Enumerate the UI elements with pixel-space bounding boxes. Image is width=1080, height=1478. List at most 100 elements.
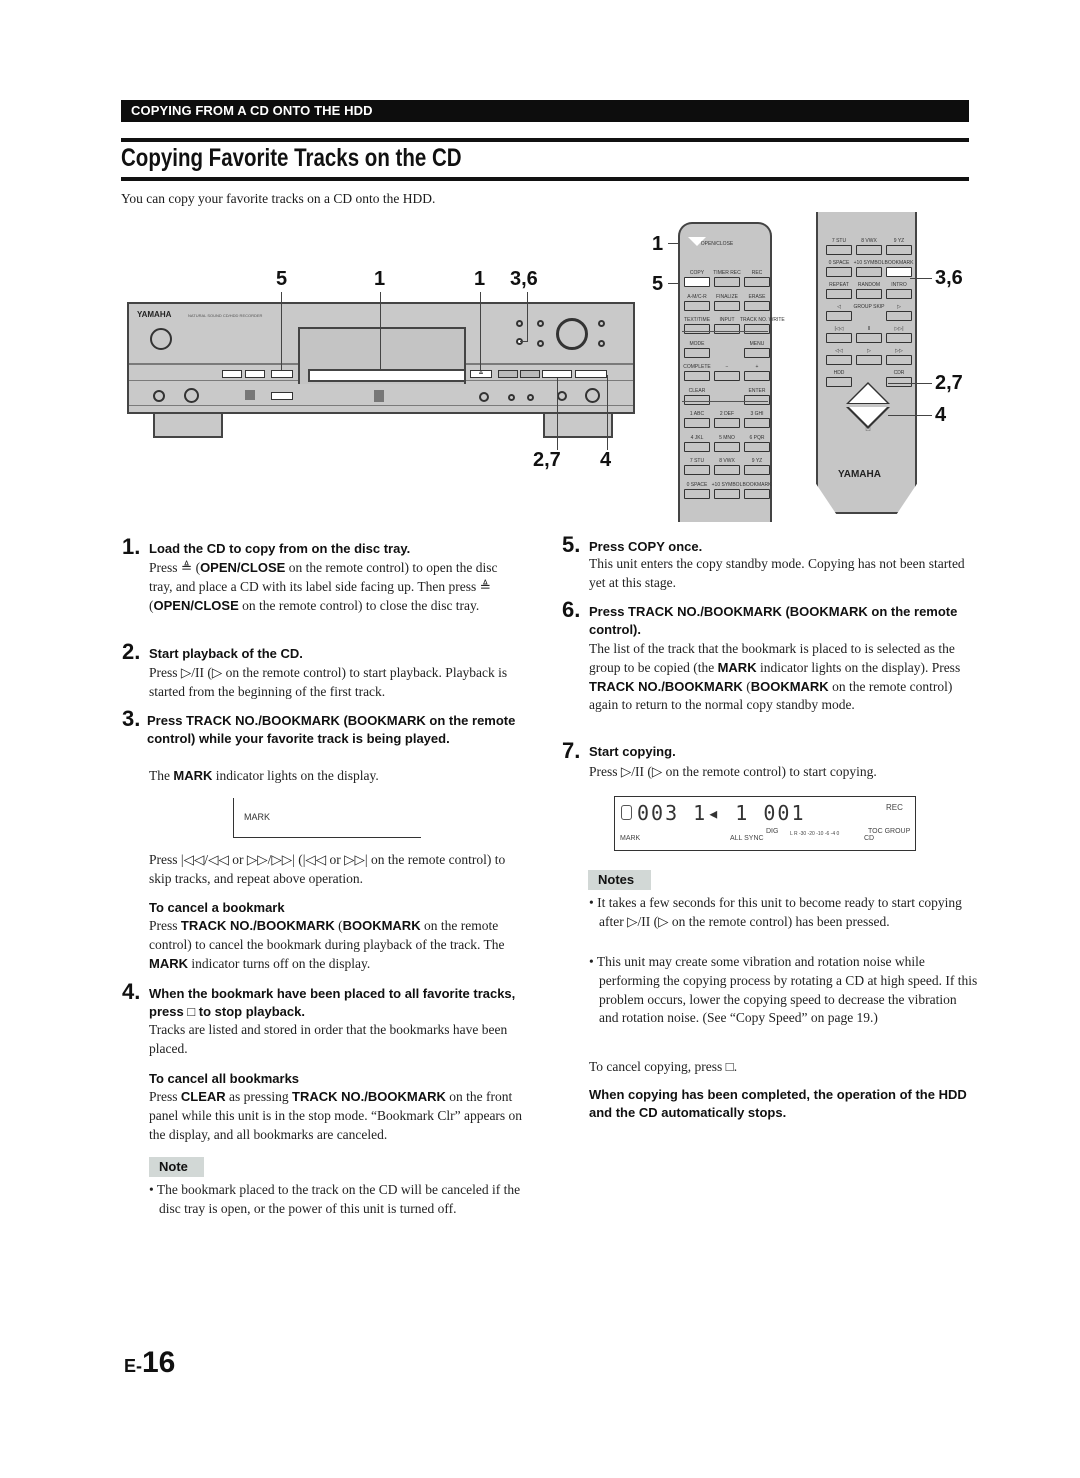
- remote-button-label: 6 PQR: [749, 434, 765, 441]
- display-mark: MARK: [620, 835, 641, 842]
- remote-button[interactable]: [826, 267, 852, 277]
- step-5-heading: Press COPY once.: [589, 539, 703, 554]
- power-button[interactable]: [150, 328, 172, 350]
- remote-button[interactable]: [856, 333, 882, 343]
- text-time-button[interactable]: [516, 320, 523, 327]
- remote-button[interactable]: [826, 333, 852, 343]
- remote-button[interactable]: [856, 355, 882, 365]
- step-6-heading: Press TRACK NO./BOOKMARK (BOOKMARK on th…: [589, 604, 958, 637]
- cd-sync-button[interactable]: [271, 392, 293, 400]
- remote-button[interactable]: [714, 324, 740, 334]
- bold-text: BOOKMARK: [750, 678, 829, 694]
- remote-button[interactable]: [744, 465, 770, 475]
- remote-button[interactable]: [714, 277, 740, 287]
- phones-level-knob[interactable]: [184, 388, 199, 403]
- remote-button[interactable]: [826, 355, 852, 365]
- mode-button[interactable]: [537, 320, 544, 327]
- remote-button-label: ◁◁: [835, 348, 843, 354]
- panel-foot-left: [153, 412, 223, 438]
- menu-button[interactable]: [598, 320, 605, 327]
- remote-button[interactable]: [856, 289, 882, 299]
- disc-tray[interactable]: [308, 369, 466, 382]
- multi-jog-dial[interactable]: [556, 318, 588, 350]
- phones-jack[interactable]: [153, 390, 165, 402]
- remote-button[interactable]: [684, 324, 710, 334]
- notes-label: Notes: [588, 870, 651, 890]
- remote-button[interactable]: [744, 277, 770, 287]
- remote-button[interactable]: [714, 418, 740, 428]
- remote-button[interactable]: [886, 245, 912, 255]
- remote-button[interactable]: [856, 267, 882, 277]
- remote-button[interactable]: [886, 333, 912, 343]
- skip-back-button[interactable]: [498, 370, 518, 378]
- remote-button[interactable]: [886, 267, 912, 277]
- remote-button[interactable]: [744, 347, 770, 358]
- step-4-heading: When the bookmark have been placed to al…: [149, 986, 516, 1019]
- remote-button-label: +: [755, 364, 759, 370]
- leader-line: [888, 415, 932, 416]
- leader-line: [281, 292, 282, 370]
- remote-button[interactable]: [684, 488, 710, 499]
- remote-button[interactable]: [744, 488, 770, 499]
- remote-button[interactable]: [714, 488, 740, 499]
- remote-button[interactable]: [714, 300, 740, 311]
- remote-button-label: MODE: [689, 340, 705, 347]
- remote-button-label: HDD: [833, 370, 845, 376]
- eject-button[interactable]: ⏏: [470, 370, 492, 378]
- remote-button-label: 3 GHI: [750, 411, 764, 417]
- remote-button[interactable]: [744, 371, 770, 381]
- remote-button[interactable]: [714, 441, 740, 452]
- stop-button[interactable]: [849, 407, 887, 426]
- remote-button[interactable]: [714, 465, 740, 475]
- erase-button[interactable]: [527, 394, 534, 401]
- remote-button[interactable]: [684, 441, 710, 452]
- display-toc-group: TOC GROUP: [868, 828, 911, 835]
- progress-button[interactable]: [508, 394, 515, 401]
- rec-button[interactable]: [479, 392, 489, 402]
- play-button[interactable]: [849, 384, 887, 403]
- bold-text: MARK: [149, 955, 188, 971]
- remote-button[interactable]: [744, 418, 770, 428]
- remote-button[interactable]: [886, 311, 912, 321]
- remote-button[interactable]: [826, 289, 852, 299]
- remote-button[interactable]: [684, 277, 710, 287]
- remote-button[interactable]: [684, 394, 710, 405]
- complete-button[interactable]: [537, 340, 544, 347]
- step-1-heading: Load the CD to copy from on the disc tra…: [149, 541, 411, 556]
- remote-button[interactable]: [744, 300, 770, 311]
- remote-button-label: TEXT/TIME: [683, 317, 711, 323]
- remote-button[interactable]: [856, 245, 882, 255]
- remote-button-label: +10 SYMBOL: [711, 481, 743, 488]
- remote-button[interactable]: [744, 441, 770, 452]
- play-pause-button[interactable]: [542, 370, 572, 378]
- skip-forward-button[interactable]: [520, 370, 540, 378]
- remote-button[interactable]: [744, 394, 770, 405]
- callout-1-tray: 1: [374, 268, 386, 290]
- remote-button[interactable]: [886, 289, 912, 299]
- remote-button[interactable]: [886, 355, 912, 365]
- remote-button[interactable]: [684, 300, 710, 311]
- remote-button-label: MENU: [749, 340, 765, 347]
- input-button[interactable]: [557, 391, 567, 401]
- remote-button[interactable]: [684, 418, 710, 428]
- remote-button-label: RANDOM: [857, 282, 881, 288]
- analog-rec-level-knob[interactable]: [585, 388, 600, 403]
- remote-button-label: ▷▷|: [894, 326, 904, 332]
- remote-button[interactable]: [714, 371, 740, 381]
- remote-button[interactable]: [826, 245, 852, 255]
- remote-button[interactable]: [684, 371, 710, 381]
- remote-button[interactable]: [744, 324, 770, 334]
- cdr-button[interactable]: [245, 370, 265, 378]
- stop-button[interactable]: [575, 370, 607, 378]
- bold-text: TRACK NO./BOOKMARK: [589, 678, 743, 694]
- page-number: E-16: [124, 1346, 175, 1380]
- open-close-label: OPEN/CLOSE: [700, 241, 734, 247]
- remote-button[interactable]: [684, 347, 710, 358]
- hdd-button[interactable]: [222, 370, 242, 378]
- remote-button[interactable]: [684, 465, 710, 475]
- clear-button[interactable]: [598, 340, 605, 347]
- text: indicator lights on the display). Press: [756, 659, 961, 675]
- remote-button[interactable]: [826, 311, 852, 321]
- callout-2-7: 2,7: [533, 449, 561, 471]
- copy-button[interactable]: [271, 370, 293, 378]
